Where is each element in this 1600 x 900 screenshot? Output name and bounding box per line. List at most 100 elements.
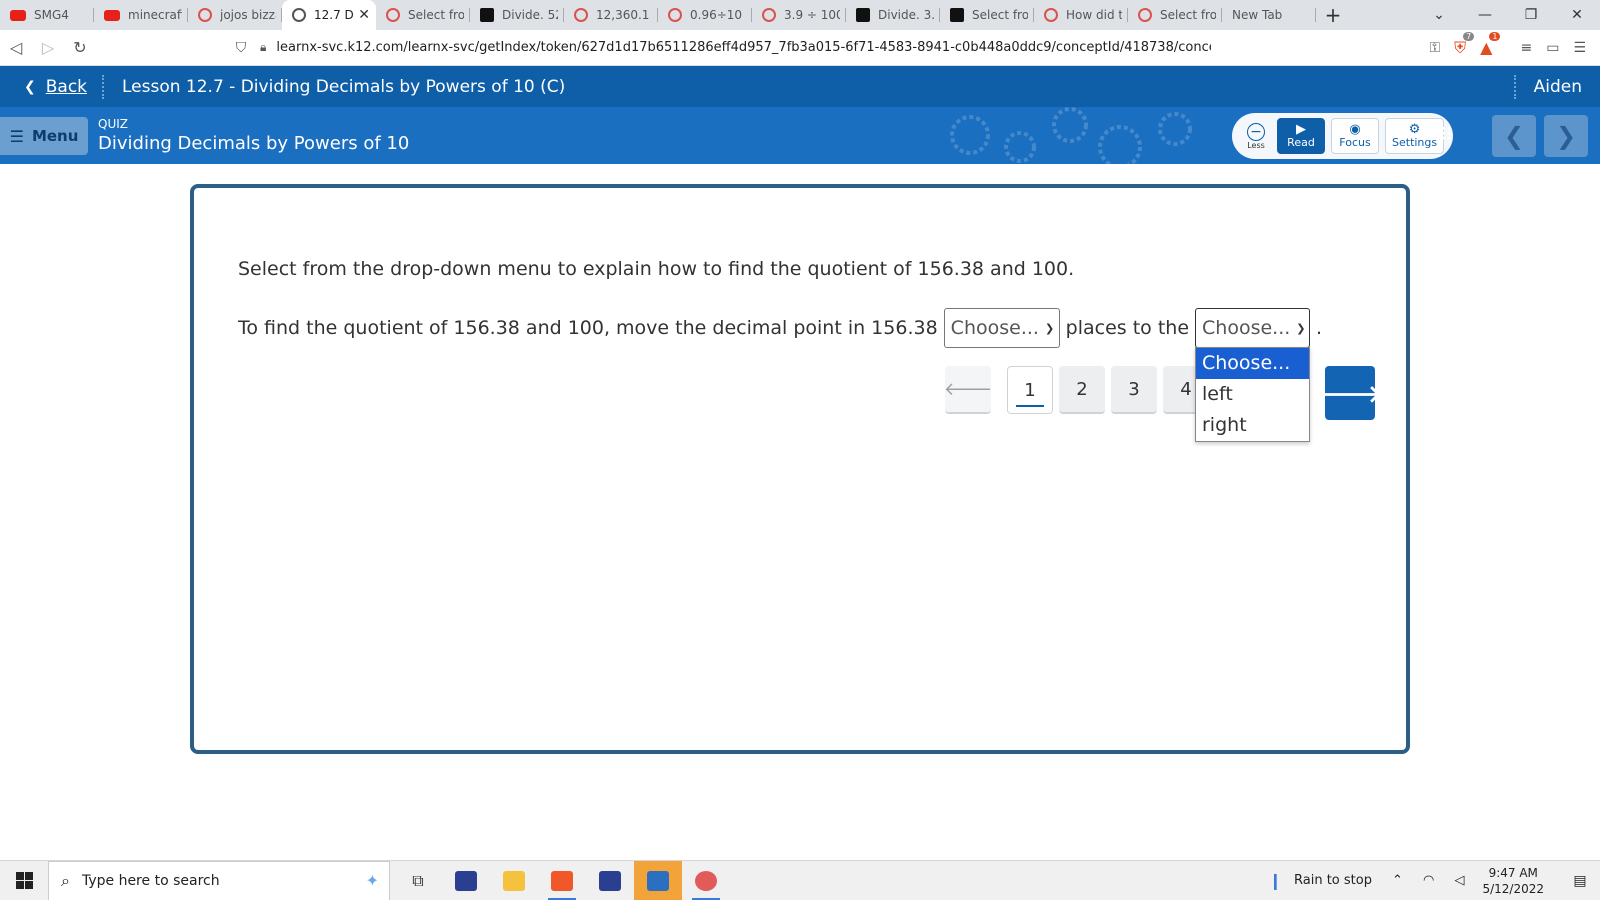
window-controls: ⌄ — ❐ ✕ xyxy=(1416,0,1600,30)
playlist-icon[interactable]: ≡ xyxy=(1520,40,1532,56)
brave-browser-icon[interactable] xyxy=(538,861,586,900)
snipping-tool-icon[interactable] xyxy=(682,861,730,900)
browser-menu-icons: ≡ ▭ ☰ xyxy=(1506,40,1600,56)
tab-label: 0.96÷10 - xyxy=(690,8,746,22)
system-tray: ❙ Rain to stop ⌃ ◠ ◁ 9:47 AM 5/12/2022 ▤ xyxy=(1269,865,1600,897)
tab-label: Select from xyxy=(408,8,464,22)
browser-tab[interactable]: Divide. 52 xyxy=(470,0,564,30)
tab-label: Select from xyxy=(972,8,1028,22)
taskbar-apps: ⧉ xyxy=(394,860,730,900)
question-sentence: To find the quotient of 156.38 and 100, … xyxy=(238,308,1322,348)
file-explorer-icon[interactable] xyxy=(490,861,538,900)
page-arrows: ❮ ❯ xyxy=(1492,115,1588,157)
close-window-icon[interactable]: ✕ xyxy=(1554,0,1600,30)
arrow-right-icon: 🡒 xyxy=(1317,379,1383,408)
tab-label: Select from xyxy=(1160,8,1216,22)
tab-label: Divide. 3.9 xyxy=(878,8,934,22)
reload-icon[interactable]: ↻ xyxy=(64,38,96,57)
quiz-header: ☰ Menu QUIZ Dividing Decimals by Powers … xyxy=(0,107,1600,164)
browser-tab[interactable]: 12,360.1 ÷ xyxy=(564,0,658,30)
settings-button[interactable]: ⚙ Settings xyxy=(1385,118,1445,154)
task-view-icon[interactable]: ⧉ xyxy=(394,861,442,900)
direction-dropdown-menu: Choose... left right xyxy=(1195,347,1310,442)
browser-tab[interactable]: 3.9 ÷ 1000 xyxy=(752,0,846,30)
direction-select[interactable]: Choose... ❯ xyxy=(1195,308,1311,348)
dropdown-option-right[interactable]: right xyxy=(1196,410,1309,441)
sentence-part-2: places to the xyxy=(1065,317,1190,339)
menu-button[interactable]: ☰ Menu xyxy=(0,117,88,155)
wallet-icon[interactable]: ▭ xyxy=(1546,40,1559,56)
url-text: learnx-svc.k12.com/learnx-svc/getIndex/t… xyxy=(276,40,1212,55)
browser-tab[interactable]: Select from xyxy=(940,0,1034,30)
browser-tab[interactable]: New Tab xyxy=(1222,0,1316,30)
taskbar-search[interactable]: ⌕ Type here to search ✦ xyxy=(48,860,390,900)
app-icon[interactable] xyxy=(586,861,634,900)
next-page-button[interactable]: ❯ xyxy=(1544,115,1588,157)
focus-label: Focus xyxy=(1339,136,1371,149)
places-select[interactable]: Choose... ❯ xyxy=(943,308,1060,348)
address-bar-row: ◁ ▷ ↻ ⛉ 🔒︎ learnx-svc.k12.com/learnx-svc… xyxy=(0,30,1600,66)
youtube-icon xyxy=(104,9,120,21)
windows-logo-icon xyxy=(15,872,33,889)
windows-taskbar: ⌕ Type here to search ✦ ⧉ ❙ Rain to stop… xyxy=(0,860,1600,900)
lesson-header: ❮ Back Lesson 12.7 - Dividing Decimals b… xyxy=(0,66,1600,107)
page-button-3[interactable]: 3 xyxy=(1111,366,1157,414)
less-button[interactable]: − Less xyxy=(1241,118,1271,154)
user-name[interactable]: Aiden xyxy=(1534,77,1582,97)
browser-tab-active[interactable]: 12.7 Di ✕ xyxy=(282,0,376,30)
less-label: Less xyxy=(1247,140,1265,150)
chevron-down-icon: ❯ xyxy=(1296,321,1306,335)
page-button-1[interactable]: 1 xyxy=(1007,366,1053,414)
new-tab-button[interactable]: + xyxy=(1316,0,1350,30)
tab-label: 12.7 Di xyxy=(314,8,355,22)
minimize-icon[interactable]: — xyxy=(1462,0,1508,30)
start-button[interactable] xyxy=(0,872,48,889)
brave-search-icon xyxy=(386,8,400,22)
minus-circle-icon: − xyxy=(1247,122,1265,141)
clock[interactable]: 9:47 AM 5/12/2022 xyxy=(1482,865,1544,897)
forward-nav-icon[interactable]: ▷ xyxy=(32,38,64,57)
dropdown-option-left[interactable]: left xyxy=(1196,379,1309,410)
browser-tab[interactable]: jojos bizza xyxy=(188,0,282,30)
next-question-button[interactable]: 🡒 xyxy=(1318,366,1382,420)
lesson-title: Lesson 12.7 - Dividing Decimals by Power… xyxy=(122,76,566,97)
browser-tab[interactable]: Select from xyxy=(376,0,470,30)
tab-search-icon[interactable]: ⌄ xyxy=(1416,0,1462,30)
previous-question-button[interactable]: 🡐 xyxy=(944,366,992,414)
browser-tab[interactable]: SMG4 xyxy=(0,0,94,30)
browser-tab[interactable]: 0.96÷10 - xyxy=(658,0,752,30)
address-bar[interactable]: 🔒︎ learnx-svc.k12.com/learnx-svc/getInde… xyxy=(260,34,1415,62)
browser-tab[interactable]: Divide. 3.9 xyxy=(846,0,940,30)
brave-rewards-icon[interactable]: ▲ 1 xyxy=(1480,32,1501,57)
focus-button[interactable]: ◉ Focus xyxy=(1331,118,1379,154)
grid-icon[interactable]: ⠿ xyxy=(1440,125,1453,146)
weather-widget[interactable]: ❙ Rain to stop xyxy=(1269,871,1372,890)
tab-label: 12,360.1 ÷ xyxy=(596,8,652,22)
menu-label: Menu xyxy=(31,127,79,145)
tray-icons[interactable]: ⌃ ◠ ◁ xyxy=(1392,873,1473,888)
youtube-icon xyxy=(10,9,26,21)
restore-icon[interactable]: ❐ xyxy=(1508,0,1554,30)
page-button-2[interactable]: 2 xyxy=(1059,366,1105,414)
brave-search-icon xyxy=(574,8,588,22)
browser-tab[interactable]: minecraft xyxy=(94,0,188,30)
previous-page-button[interactable]: ❮ xyxy=(1492,115,1536,157)
back-nav-icon[interactable]: ◁ xyxy=(0,38,32,57)
brave-shield-icon[interactable]: ⛨ 7 xyxy=(1454,31,1475,58)
browser-tab[interactable]: Select from xyxy=(1128,0,1222,30)
read-button[interactable]: ▶ Read xyxy=(1277,118,1325,154)
dropdown-option-choose[interactable]: Choose... xyxy=(1196,348,1309,379)
app-icon[interactable] xyxy=(442,861,490,900)
notifications-icon[interactable]: ▤ xyxy=(1560,873,1600,889)
user-area: Aiden xyxy=(1513,74,1600,99)
search-highlight-icon: ✦ xyxy=(365,871,379,890)
menu-icon[interactable]: ☰ xyxy=(1573,40,1586,56)
back-link[interactable]: ❮ Back xyxy=(0,77,100,97)
sentence-end: . xyxy=(1316,317,1323,339)
app-icon[interactable] xyxy=(634,860,682,900)
browser-tab[interactable]: How did th xyxy=(1034,0,1128,30)
bookmark-icon[interactable]: ⛉ xyxy=(226,40,256,56)
close-tab-icon[interactable]: ✕ xyxy=(358,7,370,23)
key-icon[interactable]: ⚿ xyxy=(1429,40,1440,56)
eye-icon: ◉ xyxy=(1349,122,1361,137)
